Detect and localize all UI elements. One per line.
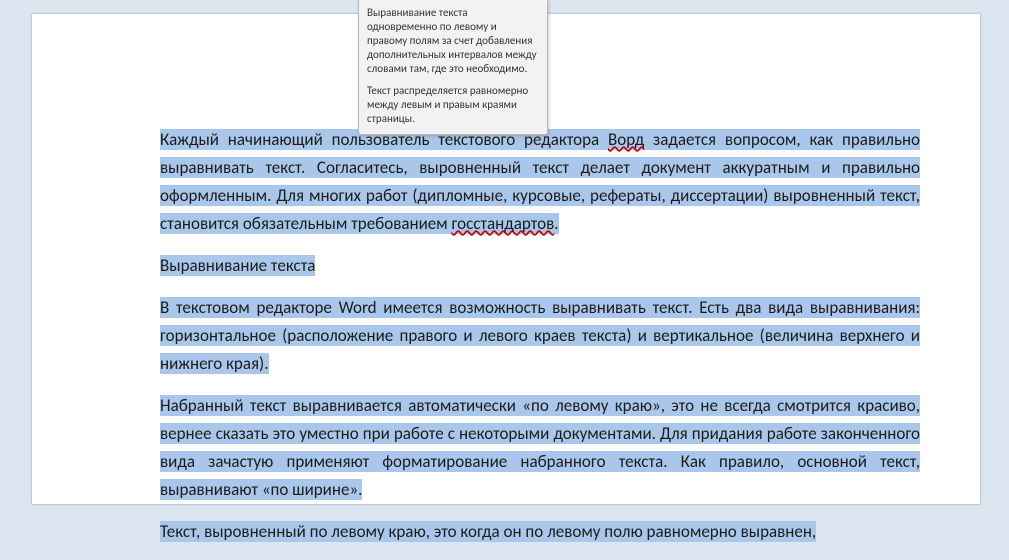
paragraph-4[interactable]: Набранный текст выравнивается автоматиче… [160, 392, 920, 504]
paragraph-1[interactable]: Каждый начинающий пользователь текстовог… [160, 126, 920, 238]
spellcheck-word: Ворд [608, 129, 644, 150]
paragraph-3[interactable]: В текстовом редакторе Word имеется возмо… [160, 294, 920, 378]
tooltip-paragraph: Текст распределяется равномерно между ле… [367, 84, 539, 126]
justify-tooltip: Выравнивание текста одновременно по лево… [358, 0, 548, 135]
text-run: Набранный текст выравнивается автоматиче… [160, 395, 920, 500]
document-body[interactable]: Каждый начинающий пользователь текстовог… [160, 126, 920, 560]
paragraph-5[interactable]: Текст, выровненный по левому краю, это к… [160, 518, 920, 546]
text-run: Выравнивание текста [160, 255, 315, 276]
spellcheck-word: госстандартов [451, 213, 554, 234]
tooltip-paragraph: Выравнивание текста одновременно по лево… [367, 6, 539, 76]
text-run: В текстовом редакторе Word имеется возмо… [160, 297, 920, 374]
paragraph-2[interactable]: Выравнивание текста [160, 252, 920, 280]
text-run: Текст, выровненный по левому краю, это к… [160, 521, 816, 542]
text-run: . [554, 213, 558, 234]
